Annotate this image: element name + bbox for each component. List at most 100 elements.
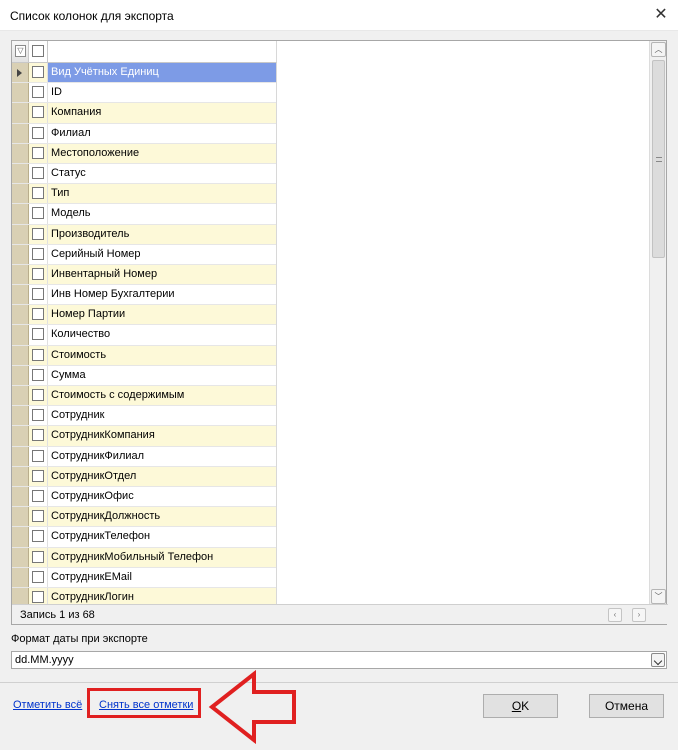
table-row[interactable]: Стоимость	[12, 345, 276, 366]
row-checkbox[interactable]	[32, 187, 44, 200]
column-name[interactable]: СотрудникФилиал	[48, 447, 276, 466]
table-row[interactable]: СотрудникEMail	[12, 567, 276, 588]
column-name[interactable]: СотрудникОтдел	[48, 467, 276, 486]
ok-button[interactable]: OK	[483, 694, 558, 718]
column-name[interactable]: Номер Партии	[48, 305, 276, 324]
row-indicator[interactable]	[12, 63, 29, 83]
row-checkbox[interactable]	[32, 469, 44, 482]
scroll-thumb[interactable]	[652, 60, 665, 258]
row-indicator[interactable]	[12, 486, 29, 507]
table-row[interactable]: СотрудникЛогин	[12, 587, 276, 605]
date-format-combobox[interactable]: dd.MM.yyyy	[11, 651, 667, 669]
table-row[interactable]: Компания	[12, 103, 276, 124]
table-row[interactable]: СотрудникКомпания	[12, 426, 276, 447]
table-row[interactable]: ID	[12, 83, 276, 104]
table-row[interactable]: Тип	[12, 184, 276, 205]
row-checkbox[interactable]	[32, 267, 44, 280]
row-checkbox[interactable]	[32, 429, 44, 442]
row-checkbox[interactable]	[32, 590, 44, 603]
column-name[interactable]: ID	[48, 83, 276, 102]
filter-icon[interactable]: ▽	[15, 45, 26, 57]
table-row[interactable]: Филиал	[12, 123, 276, 144]
column-name[interactable]: Инв Номер Бухгалтерии	[48, 285, 276, 304]
column-name[interactable]: Стоимость с содержимым	[48, 386, 276, 405]
row-indicator[interactable]	[12, 466, 29, 486]
row-indicator[interactable]	[12, 527, 29, 547]
column-name[interactable]: Сумма	[48, 366, 276, 385]
row-indicator[interactable]	[12, 264, 29, 285]
row-checkbox[interactable]	[32, 86, 44, 99]
table-row[interactable]: Производитель	[12, 224, 276, 245]
table-row[interactable]: Стоимость с содержимым	[12, 386, 276, 407]
row-checkbox[interactable]	[32, 227, 44, 240]
column-name[interactable]: СотрудникТелефон	[48, 527, 276, 546]
table-row[interactable]: СотрудникФилиал	[12, 446, 276, 467]
table-row[interactable]: Инвентарный Номер	[12, 264, 276, 286]
row-indicator[interactable]	[12, 446, 29, 466]
column-name[interactable]: СотрудникОфис	[48, 487, 276, 506]
uncheck-all-link[interactable]: Снять все отметки	[99, 699, 193, 711]
table-row[interactable]: СотрудникТелефон	[12, 527, 276, 548]
scroll-right-button[interactable]: ›	[632, 608, 646, 622]
row-indicator[interactable]	[12, 224, 29, 244]
column-name[interactable]: Модель	[48, 204, 276, 223]
row-indicator[interactable]	[12, 244, 29, 264]
row-indicator[interactable]	[12, 83, 29, 103]
row-indicator[interactable]	[12, 103, 29, 123]
check-all-link[interactable]: Отметить всё	[13, 699, 82, 711]
column-name[interactable]: СотрудникEMail	[48, 568, 276, 587]
table-row[interactable]: СотрудникМобильный Телефон	[12, 547, 276, 568]
table-row[interactable]: Серийный Номер	[12, 244, 276, 265]
column-name[interactable]: Филиал	[48, 124, 276, 143]
row-checkbox[interactable]	[32, 146, 44, 159]
filter-cell[interactable]: ▽	[12, 41, 29, 62]
row-checkbox[interactable]	[32, 550, 44, 563]
row-indicator[interactable]	[12, 386, 29, 406]
row-checkbox[interactable]	[32, 510, 44, 523]
row-indicator[interactable]	[12, 184, 29, 204]
row-indicator[interactable]	[12, 587, 29, 605]
row-indicator[interactable]	[12, 547, 29, 567]
row-checkbox[interactable]	[32, 368, 44, 381]
table-row[interactable]: Сотрудник	[12, 406, 276, 427]
row-checkbox[interactable]	[32, 106, 44, 119]
row-indicator[interactable]	[12, 143, 29, 163]
table-row[interactable]: СотрудникДолжность	[12, 507, 276, 528]
row-checkbox[interactable]	[32, 247, 44, 260]
row-indicator[interactable]	[12, 163, 29, 184]
row-indicator[interactable]	[12, 426, 29, 446]
row-checkbox[interactable]	[32, 348, 44, 361]
row-indicator[interactable]	[12, 285, 29, 305]
table-row[interactable]: Модель	[12, 204, 276, 225]
row-checkbox[interactable]	[32, 308, 44, 321]
row-indicator[interactable]	[12, 507, 29, 527]
row-checkbox[interactable]	[32, 288, 44, 301]
table-row[interactable]: Инв Номер Бухгалтерии	[12, 285, 276, 306]
vertical-scrollbar[interactable]: ︿ ﹀	[649, 41, 666, 605]
column-name[interactable]: Инвентарный Номер	[48, 265, 276, 284]
table-row[interactable]: Вид Учётных Единиц	[12, 63, 276, 84]
column-name[interactable]: Сотрудник	[48, 406, 276, 425]
column-name[interactable]: Статус	[48, 164, 276, 183]
column-name[interactable]: Компания	[48, 103, 276, 122]
row-indicator[interactable]	[12, 345, 29, 365]
column-name[interactable]: Серийный Номер	[48, 245, 276, 264]
column-name[interactable]: Количество	[48, 325, 276, 344]
row-checkbox[interactable]	[32, 207, 44, 220]
column-name[interactable]: Производитель	[48, 225, 276, 244]
column-name[interactable]: Стоимость	[48, 346, 276, 365]
table-row[interactable]: Номер Партии	[12, 305, 276, 326]
table-row[interactable]: СотрудникОфис	[12, 486, 276, 508]
table-row[interactable]: Количество	[12, 325, 276, 346]
column-name[interactable]: СотрудникДолжность	[48, 507, 276, 526]
row-checkbox[interactable]	[32, 489, 44, 502]
row-checkbox[interactable]	[32, 126, 44, 139]
row-indicator[interactable]	[12, 325, 29, 345]
row-checkbox[interactable]	[32, 570, 44, 583]
chevron-down-icon[interactable]	[651, 653, 665, 667]
scroll-up-button[interactable]: ︿	[651, 42, 666, 57]
select-all-checkbox[interactable]	[32, 45, 44, 57]
row-indicator[interactable]	[12, 305, 29, 325]
table-row[interactable]: Местоположение	[12, 143, 276, 164]
cancel-button[interactable]: Отмена	[589, 694, 664, 718]
